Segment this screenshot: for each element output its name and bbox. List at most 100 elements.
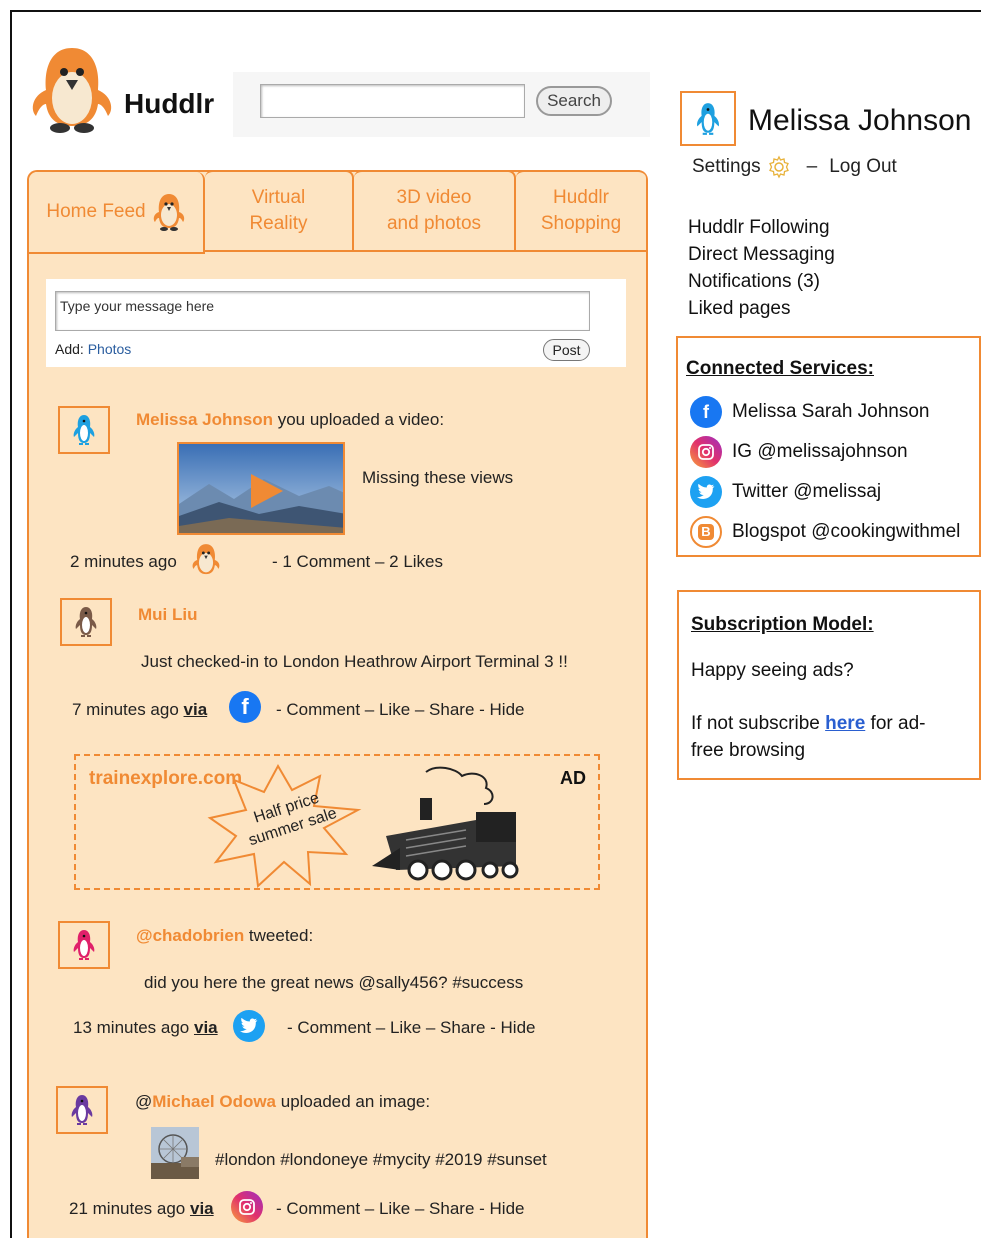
post-actions[interactable]: - Comment – Like – Share - Hide <box>276 1199 525 1219</box>
menu-item-notifications[interactable]: Notifications (3) <box>688 268 835 295</box>
twitter-icon <box>690 476 722 508</box>
search-input[interactable] <box>260 84 525 118</box>
add-photos-link[interactable]: Photos <box>88 341 132 357</box>
london-eye-image[interactable] <box>151 1127 199 1179</box>
twitter-icon[interactable] <box>233 1010 265 1042</box>
penguin-avatar-icon <box>71 1095 93 1125</box>
post-body: #london #londoneye #mycity #2019 #sunset <box>215 1150 547 1169</box>
menu-item-direct-messaging[interactable]: Direct Messaging <box>688 241 835 268</box>
post-author[interactable]: @chadobrien <box>136 926 244 945</box>
post-actions[interactable]: - Comment – Like – Share - Hide <box>276 700 525 720</box>
via-link[interactable]: via <box>194 1018 218 1037</box>
via-link[interactable]: via <box>184 700 208 719</box>
service-twitter[interactable]: Twitter @melissaj <box>690 476 881 508</box>
tab-home-feed[interactable]: Home Feed <box>29 172 205 254</box>
facebook-icon: f <box>690 396 722 428</box>
ad-label: AD <box>560 768 586 788</box>
subscribe-link[interactable]: here <box>825 713 865 734</box>
search-bar: Search <box>233 72 650 137</box>
post-body: did you here the great news @sally456? #… <box>144 973 524 992</box>
penguin-icon <box>192 544 220 575</box>
post-author[interactable]: Melissa Johnson <box>136 410 273 429</box>
post-actions[interactable]: - Comment – Like – Share - Hide <box>287 1018 536 1038</box>
search-button[interactable]: Search <box>536 86 612 116</box>
frame-left-border <box>10 10 12 1238</box>
offer-text-end: for ad- <box>865 713 926 734</box>
penguin-avatar-icon <box>73 415 95 445</box>
via-link[interactable]: via <box>190 1199 214 1218</box>
brand-name: Huddlr <box>124 88 215 119</box>
menu-item-following[interactable]: Huddlr Following <box>688 214 835 241</box>
post-author[interactable]: Mui Liu <box>138 605 197 625</box>
subscription-panel: Subscription Model: Happy seeing ads? If… <box>677 590 981 780</box>
post-action: tweeted: <box>244 926 314 945</box>
profile-avatar[interactable] <box>680 91 736 146</box>
penguin-icon <box>153 194 184 231</box>
connected-services-title: Connected Services: <box>686 358 874 379</box>
logout-link[interactable]: Log Out <box>829 156 897 178</box>
train-icon <box>372 766 519 881</box>
post-author-name[interactable]: Mui Liu <box>138 605 197 624</box>
post-header: Melissa Johnson you uploaded a video: <box>136 410 444 430</box>
post-author[interactable]: Michael Odowa <box>152 1092 276 1111</box>
post-meta: 7 minutes ago via <box>72 700 207 720</box>
penguin-logo-icon[interactable] <box>28 44 116 134</box>
service-label: Twitter @melissaj <box>732 481 882 502</box>
instagram-icon[interactable] <box>231 1191 263 1223</box>
subscription-offer: If not subscribe here for ad- free brows… <box>691 710 925 764</box>
facebook-icon[interactable]: f <box>229 691 261 723</box>
penguin-avatar-icon <box>75 607 97 637</box>
frame-top-border <box>10 10 981 12</box>
tab-huddlr-shopping[interactable]: Huddlr Shopping <box>516 170 646 252</box>
service-label: IG @melissajohnson <box>732 441 908 462</box>
avatar[interactable] <box>60 598 112 646</box>
connected-services-panel: Connected Services: f Melissa Sarah John… <box>676 336 981 557</box>
post-stats[interactable]: - 1 Comment – 2 Likes <box>272 552 443 572</box>
post-time: 2 minutes ago <box>70 552 177 571</box>
post-action: you uploaded a video: <box>272 410 445 429</box>
avatar[interactable] <box>58 406 110 454</box>
tab-label-line1: Huddlr <box>553 187 609 208</box>
link-separator: – <box>806 156 818 177</box>
menu-item-liked-pages[interactable]: Liked pages <box>688 295 835 322</box>
service-blogspot[interactable]: B Blogspot @cookingwithmel <box>690 516 960 548</box>
blogger-icon: B <box>690 516 722 548</box>
avatar[interactable] <box>58 921 110 969</box>
post-time: 13 minutes ago <box>73 1018 190 1037</box>
video-thumbnail[interactable] <box>177 442 345 535</box>
post-action: uploaded an image: <box>276 1092 431 1111</box>
post-header: @chadobrien tweeted: <box>136 926 313 946</box>
tab-virtual-reality[interactable]: Virtual Reality <box>205 170 354 252</box>
add-attachments: Add: Photos <box>55 341 131 357</box>
post-caption: Missing these views <box>362 468 514 487</box>
service-facebook[interactable]: f Melissa Sarah Johnson <box>690 396 930 428</box>
side-menu: Huddlr Following Direct Messaging Notifi… <box>688 214 835 322</box>
service-label: Melissa Sarah Johnson <box>732 401 930 422</box>
tab-label-line2: and photos <box>386 213 482 234</box>
tab-label-line2: Reality <box>249 213 308 234</box>
post-button[interactable]: Post <box>543 339 590 361</box>
penguin-avatar-icon <box>73 930 95 960</box>
profile-links: Settings – Log Out <box>692 155 897 179</box>
avatar[interactable] <box>56 1086 108 1134</box>
add-label: Add: <box>55 341 84 357</box>
post-composer: Type your message here Add: Photos Post <box>46 279 626 367</box>
settings-link[interactable]: Settings <box>692 156 761 178</box>
tab-label-line2: Shopping <box>540 213 622 234</box>
service-label: Blogspot @cookingwithmel <box>732 521 961 542</box>
instagram-icon <box>690 436 722 468</box>
tab-label-line1: 3D video <box>396 187 472 208</box>
photo-thumbnail <box>151 1127 199 1179</box>
message-input[interactable]: Type your message here <box>55 291 590 331</box>
advertisement[interactable]: trainexplore.com AD Half price summer sa… <box>74 754 600 890</box>
post-prefix: @ <box>135 1092 153 1111</box>
tab-3d-video-photos[interactable]: 3D video and photos <box>354 170 516 252</box>
profile-name: Melissa Johnson <box>748 104 972 137</box>
post-meta: 21 minutes ago via <box>69 1199 214 1219</box>
post-header: @Michael Odowa uploaded an image: <box>135 1092 430 1112</box>
gear-icon[interactable] <box>767 155 791 179</box>
offer-text: If not subscribe <box>691 713 826 734</box>
tab-label: Home Feed <box>46 201 146 222</box>
tab-label-line1: Virtual <box>251 187 306 208</box>
service-instagram[interactable]: IG @melissajohnson <box>690 436 908 468</box>
